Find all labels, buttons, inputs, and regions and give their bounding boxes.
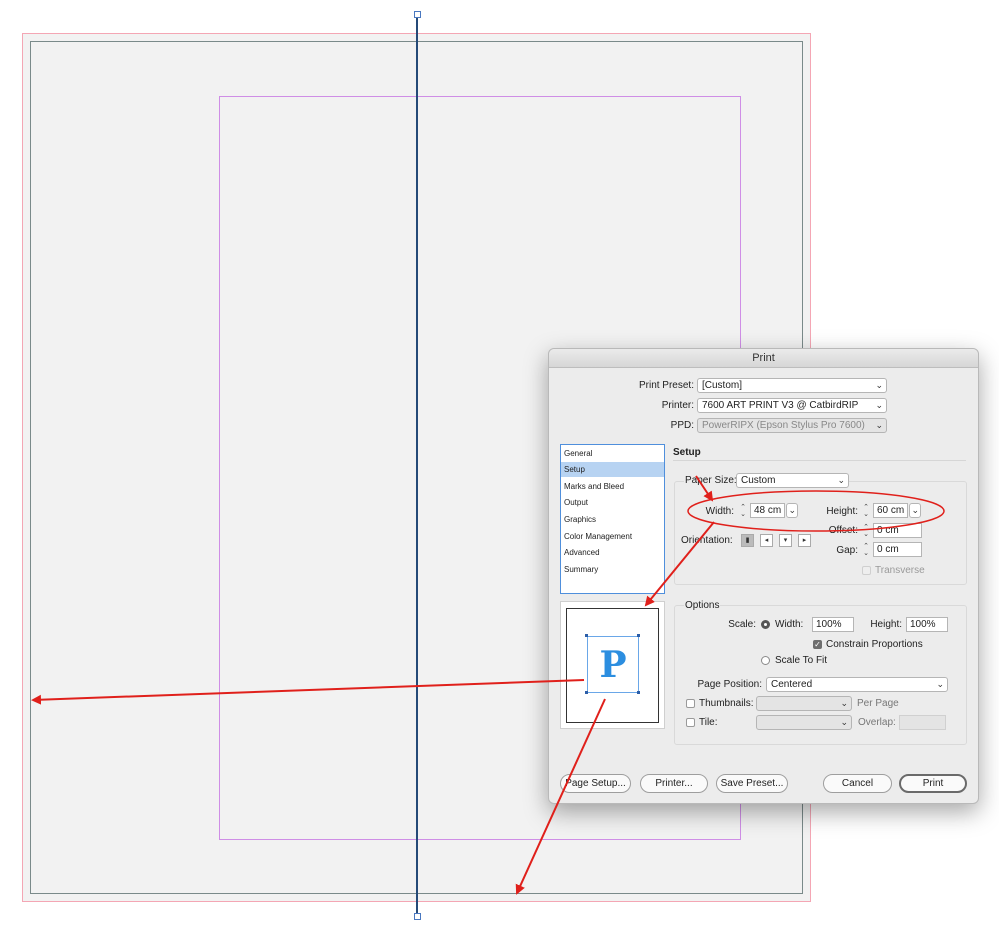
chevron-down-icon: ⌄ — [875, 420, 883, 430]
tile-checkbox[interactable] — [686, 718, 695, 727]
print-preset-value: [Custom] — [702, 380, 743, 391]
sidebar-item-general[interactable]: General — [561, 446, 664, 461]
constrain-proportions-label: Constrain Proportions — [826, 639, 923, 650]
ppd-value: PowerRIPX (Epson Stylus Pro 7600) — [702, 420, 865, 431]
overlap-label: Overlap: — [858, 717, 896, 728]
width-label: Width: — [705, 506, 734, 517]
chevron-down-icon: ⌄ — [788, 505, 796, 515]
height-stepper-icon[interactable]: ⌃ ⌄ — [862, 504, 870, 518]
sidebar-item-advanced[interactable]: Advanced — [561, 545, 664, 560]
scale-width-field[interactable]: 100% — [812, 617, 854, 632]
thumbnails-checkbox[interactable] — [686, 699, 695, 708]
cancel-button[interactable]: Cancel — [823, 774, 892, 793]
transverse-label: Transverse — [875, 565, 925, 576]
preview-corner-handle — [585, 634, 588, 637]
chevron-down-icon: ⌄ — [840, 717, 848, 727]
chevron-down-icon: ⌄ — [936, 679, 944, 689]
offset-stepper-icon[interactable]: ⌃ ⌄ — [862, 524, 870, 538]
scale-radio[interactable] — [761, 620, 770, 629]
page-position-value: Centered — [771, 679, 813, 690]
offset-field[interactable]: 0 cm — [873, 523, 922, 538]
scale-height-label: Height: — [870, 619, 902, 630]
preview-corner-handle — [637, 691, 640, 694]
paper-size-select[interactable]: Custom ⌄ — [736, 473, 849, 488]
height-unit-dropdown[interactable]: ⌄ — [909, 503, 921, 518]
print-button[interactable]: Print — [899, 774, 967, 793]
gap-label: Gap: — [836, 545, 858, 556]
reverse-landscape-orientation-icon[interactable]: ▸ — [798, 534, 811, 547]
preview-page-content: P — [587, 636, 639, 693]
printer-value: 7600 ART PRINT V3 @ CatbirdRIP — [702, 400, 859, 411]
scale-to-fit-radio[interactable] — [761, 656, 770, 665]
height-field[interactable]: 60 cm — [873, 503, 908, 518]
landscape-orientation-icon[interactable]: ◂ — [760, 534, 773, 547]
print-preset-select[interactable]: [Custom] ⌄ — [697, 378, 887, 393]
ppd-select: PowerRIPX (Epson Stylus Pro 7600) ⌄ — [697, 418, 887, 433]
page-setup-button[interactable]: Page Setup... — [560, 774, 631, 793]
printer-button[interactable]: Printer... — [640, 774, 708, 793]
overlap-field — [899, 715, 946, 730]
dialog-title: Print — [549, 349, 978, 368]
chevron-down-icon: ⌄ — [911, 505, 919, 515]
offset-label: Offset: — [828, 525, 858, 536]
print-preset-label: Print Preset: — [638, 380, 694, 391]
tile-label: Tile: — [699, 717, 718, 728]
width-field[interactable]: 48 cm — [750, 503, 785, 518]
ppd-label: PPD: — [670, 420, 694, 431]
width-stepper-icon[interactable]: ⌃ ⌄ — [739, 504, 747, 518]
chevron-down-icon: ⌄ — [837, 475, 845, 485]
setup-section-title: Setup — [673, 447, 701, 458]
sidebar-item-output[interactable]: Output — [561, 495, 664, 510]
sidebar-item-color-management[interactable]: Color Management — [561, 529, 664, 544]
preview-corner-handle — [585, 691, 588, 694]
reverse-portrait-orientation-icon[interactable]: ▾ — [779, 534, 792, 547]
chevron-down-icon: ⌄ — [875, 380, 883, 390]
gap-stepper-icon[interactable]: ⌃ ⌄ — [862, 543, 870, 557]
scale-label: Scale: — [728, 619, 756, 630]
thumbnails-select: ⌄ — [756, 696, 852, 711]
constrain-proportions-checkbox[interactable]: ✓ — [813, 640, 822, 649]
width-unit-dropdown[interactable]: ⌄ — [786, 503, 798, 518]
tile-select: ⌄ — [756, 715, 852, 730]
portrait-orientation-icon[interactable]: ▮ — [741, 534, 754, 547]
orientation-label: Orientation: — [681, 535, 733, 546]
paper-size-label: Paper Size: — [684, 475, 738, 486]
height-label: Height: — [826, 506, 858, 517]
chevron-down-icon: ⌄ — [840, 698, 848, 708]
transverse-checkbox[interactable] — [862, 566, 871, 575]
sidebar-item-graphics[interactable]: Graphics — [561, 512, 664, 527]
print-category-list: General Setup Marks and Bleed Output Gra… — [560, 444, 665, 594]
section-divider — [673, 460, 966, 461]
sidebar-item-setup[interactable]: Setup — [561, 462, 664, 477]
thumbnails-label: Thumbnails: — [699, 698, 754, 709]
scale-height-field[interactable]: 100% — [906, 617, 948, 632]
guide-handle-bottom[interactable] — [414, 913, 421, 920]
save-preset-button[interactable]: Save Preset... — [716, 774, 788, 793]
chevron-down-icon: ⌄ — [875, 400, 883, 410]
page-position-select[interactable]: Centered ⌄ — [766, 677, 948, 692]
page-position-label: Page Position: — [697, 679, 763, 690]
printer-select[interactable]: 7600 ART PRINT V3 @ CatbirdRIP ⌄ — [697, 398, 887, 413]
gap-field[interactable]: 0 cm — [873, 542, 922, 557]
options-title: Options — [684, 600, 721, 611]
per-page-label: Per Page — [857, 698, 899, 709]
scale-to-fit-label: Scale To Fit — [775, 655, 828, 666]
scale-width-label: Width: — [775, 619, 804, 630]
paper-size-value: Custom — [741, 475, 776, 486]
preview-corner-handle — [637, 634, 640, 637]
vertical-ruler-guide[interactable] — [416, 14, 418, 917]
printer-label: Printer: — [661, 400, 694, 411]
sidebar-item-summary[interactable]: Summary — [561, 562, 664, 577]
guide-handle-top[interactable] — [414, 11, 421, 18]
sidebar-item-marks-and-bleed[interactable]: Marks and Bleed — [561, 479, 664, 494]
